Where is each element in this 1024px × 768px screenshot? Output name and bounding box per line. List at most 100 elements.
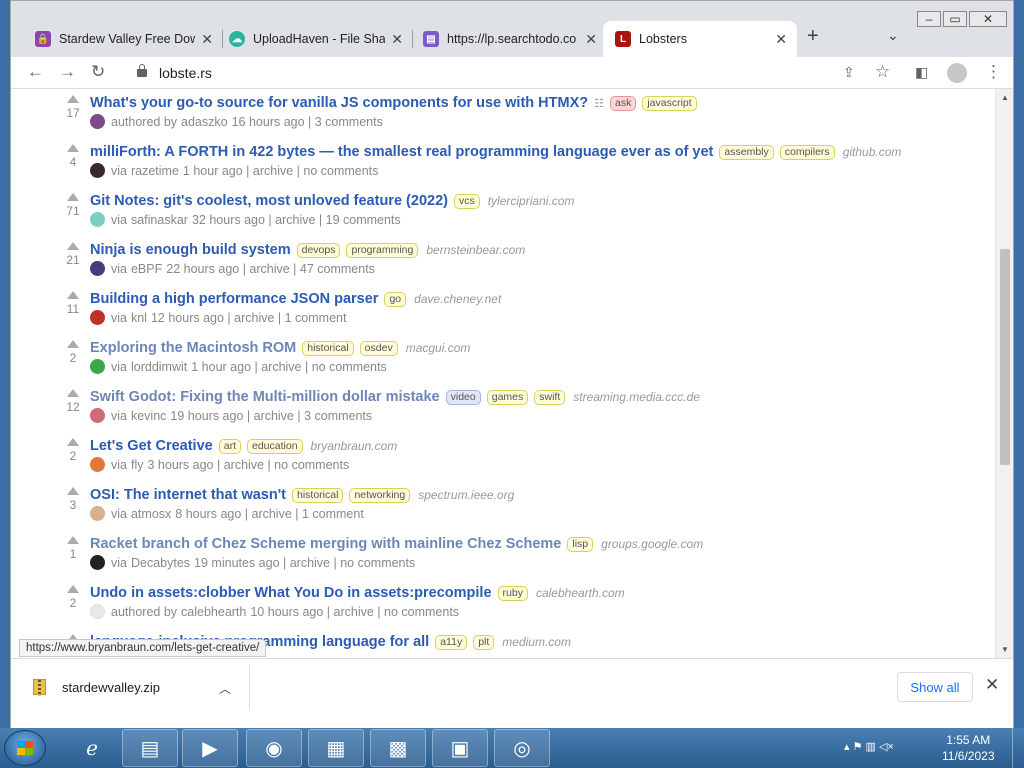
user-avatar-icon[interactable]	[90, 555, 105, 570]
story-tag[interactable]: vcs	[453, 193, 480, 209]
tab-close-icon[interactable]: ✕	[775, 31, 787, 48]
share-icon[interactable]: ⇪	[843, 64, 855, 81]
tab-close-icon[interactable]: ✕	[585, 31, 597, 48]
chrome-icon[interactable]: ◉	[246, 729, 302, 767]
story-domain[interactable]: macgui.com	[406, 341, 471, 355]
scroll-up-arrow-icon[interactable]: ▲	[1001, 93, 1009, 102]
profile-avatar-icon[interactable]	[947, 63, 967, 83]
tab-stardew[interactable]: 🔒 Stardew Valley Free Dow ✕	[23, 21, 223, 57]
story-user-link[interactable]: Decabytes	[131, 556, 190, 570]
scrollbar-thumb[interactable]	[1000, 249, 1010, 465]
story-user-link[interactable]: atmosx	[131, 507, 171, 521]
upvote-arrow-icon[interactable]	[67, 389, 79, 397]
story-tag[interactable]: ruby	[497, 585, 528, 601]
story-tag[interactable]: networking	[349, 487, 411, 503]
story-tag[interactable]: a11y	[435, 634, 468, 650]
story-domain[interactable]: calebhearth.com	[536, 586, 625, 600]
maximize-button[interactable]: ▭	[943, 11, 967, 27]
story-title-link[interactable]: What's your go-to source for vanilla JS …	[90, 95, 588, 111]
upvote-arrow-icon[interactable]	[67, 340, 79, 348]
explorer-folder-icon[interactable]: ▤	[122, 729, 178, 767]
upvote-arrow-icon[interactable]	[67, 144, 79, 152]
story-user-link[interactable]: lorddimwit	[131, 360, 187, 374]
story-title-link[interactable]: Exploring the Macintosh ROM	[90, 340, 296, 356]
story-domain[interactable]: medium.com	[502, 635, 571, 649]
story-title-link[interactable]: Let's Get Creative	[90, 438, 213, 454]
story-title-link[interactable]: Git Notes: git's coolest, most unloved f…	[90, 193, 448, 209]
minimize-button[interactable]: –	[917, 11, 941, 27]
user-avatar-icon[interactable]	[90, 457, 105, 472]
story-title-link[interactable]: Ninja is enough build system	[90, 242, 291, 258]
tab-search-chevron-icon[interactable]: ⌄	[887, 27, 899, 44]
upvote-arrow-icon[interactable]	[67, 585, 79, 593]
vertical-scrollbar[interactable]: ▲ ▼	[995, 89, 1013, 658]
story-meta[interactable]: 10 hours ago | archive | no comments	[250, 605, 459, 619]
story-tag[interactable]: osdev	[359, 340, 398, 356]
story-domain[interactable]: streaming.media.ccc.de	[573, 390, 700, 404]
story-tag[interactable]: art	[218, 438, 241, 454]
story-tag[interactable]: swift	[534, 389, 566, 405]
story-user-link[interactable]: fly	[131, 458, 144, 472]
media-player-icon[interactable]: ▶	[182, 729, 238, 767]
story-tag[interactable]: education	[247, 438, 303, 454]
show-all-button[interactable]: Show all	[897, 672, 973, 702]
ie-icon[interactable]: ℯ	[64, 729, 120, 767]
story-user-link[interactable]: calebhearth	[181, 605, 246, 619]
forward-arrow-icon[interactable]: →	[59, 62, 76, 82]
story-meta[interactable]: 22 hours ago | archive | 47 comments	[166, 262, 375, 276]
download-item[interactable]: stardewvalley.zip	[33, 679, 160, 696]
story-tag[interactable]: go	[384, 291, 407, 307]
control-panel-icon[interactable]: ▦	[308, 729, 364, 767]
new-tab-button[interactable]: +	[807, 25, 819, 48]
tab-close-icon[interactable]: ✕	[201, 31, 213, 48]
show-desktop-button[interactable]	[1012, 728, 1024, 768]
story-tag[interactable]: compilers	[779, 144, 835, 160]
user-avatar-icon[interactable]	[90, 114, 105, 129]
story-title-link[interactable]: milliForth: A FORTH in 422 bytes — the s…	[90, 144, 713, 160]
story-domain[interactable]: bryanbraun.com	[311, 439, 398, 453]
bookmark-star-icon[interactable]: ☆	[875, 62, 890, 82]
user-avatar-icon[interactable]	[90, 212, 105, 227]
story-title-link[interactable]: Building a high performance JSON parser	[90, 291, 378, 307]
story-tag[interactable]: video	[445, 389, 481, 405]
story-meta[interactable]: 16 hours ago | 3 comments	[232, 115, 383, 129]
user-avatar-icon[interactable]	[90, 261, 105, 276]
chevron-up-icon[interactable]: ︿	[219, 680, 231, 697]
upvote-arrow-icon[interactable]	[67, 95, 79, 103]
story-tag[interactable]: ask	[609, 95, 637, 111]
close-shelf-icon[interactable]: ✕	[985, 675, 999, 695]
story-tag[interactable]: assembly	[719, 144, 774, 160]
story-meta[interactable]: 12 hours ago | archive | 1 comment	[151, 311, 346, 325]
close-window-button[interactable]: ✕	[969, 11, 1007, 27]
user-avatar-icon[interactable]	[90, 604, 105, 619]
story-domain[interactable]: dave.cheney.net	[414, 292, 501, 306]
story-meta[interactable]: 19 minutes ago | archive | no comments	[194, 556, 415, 570]
story-tag[interactable]: lisp	[567, 536, 594, 552]
address-bar[interactable]: lobste.rs	[133, 61, 893, 85]
story-user-link[interactable]: eBPF	[131, 262, 162, 276]
story-domain[interactable]: bernsteinbear.com	[426, 243, 525, 257]
upvote-arrow-icon[interactable]	[67, 438, 79, 446]
tab-close-icon[interactable]: ✕	[391, 31, 403, 48]
story-user-link[interactable]: kevinc	[131, 409, 166, 423]
back-arrow-icon[interactable]: ←	[27, 62, 44, 82]
menu-kebab-icon[interactable]: ⋮	[985, 62, 1002, 82]
user-avatar-icon[interactable]	[90, 310, 105, 325]
upvote-arrow-icon[interactable]	[67, 242, 79, 250]
story-tag[interactable]: historical	[292, 487, 344, 503]
story-tag[interactable]: devops	[296, 242, 341, 258]
disc-burner-icon[interactable]: ◎	[494, 729, 550, 767]
user-avatar-icon[interactable]	[90, 408, 105, 423]
story-user-link[interactable]: knl	[131, 311, 147, 325]
reload-icon[interactable]: ↻	[91, 62, 105, 82]
story-user-link[interactable]: razetime	[131, 164, 179, 178]
upvote-arrow-icon[interactable]	[67, 193, 79, 201]
upvote-arrow-icon[interactable]	[67, 487, 79, 495]
system-tray[interactable]: ▴ ⚑ ▥ ◁×	[844, 740, 894, 753]
story-title-link[interactable]: Swift Godot: Fixing the Multi-million do…	[90, 389, 440, 405]
tab-lobsters[interactable]: L Lobsters ✕	[603, 21, 797, 57]
story-meta[interactable]: 32 hours ago | archive | 19 comments	[192, 213, 401, 227]
story-meta[interactable]: 3 hours ago | archive | no comments	[147, 458, 349, 472]
story-meta[interactable]: 19 hours ago | archive | 3 comments	[170, 409, 372, 423]
story-domain[interactable]: tylercipriani.com	[488, 194, 575, 208]
